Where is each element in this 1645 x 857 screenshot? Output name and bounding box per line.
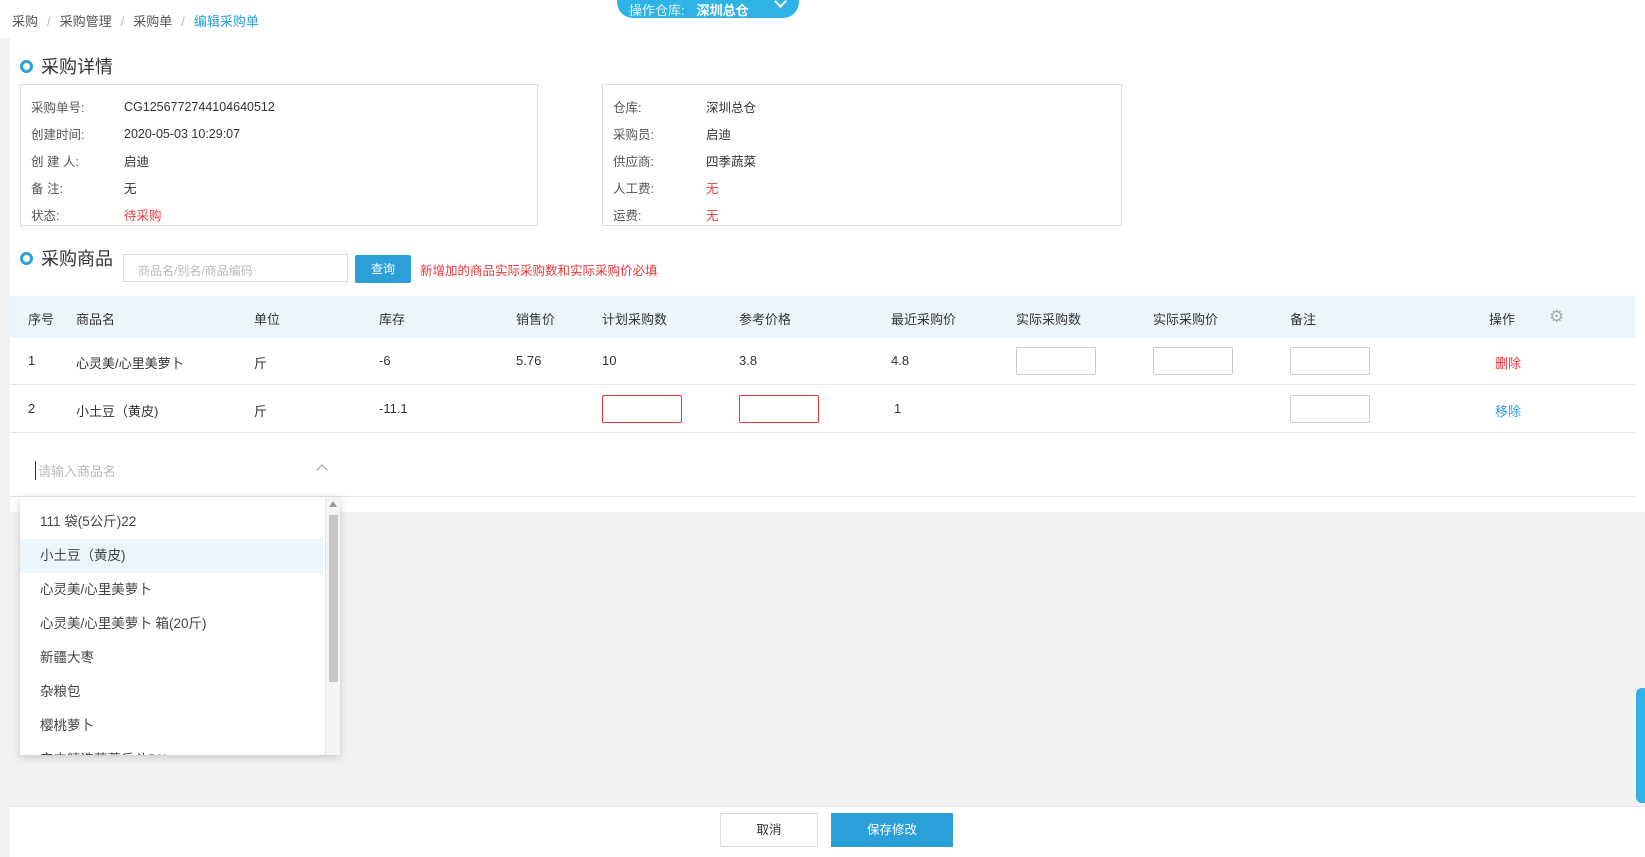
- dropdown-option[interactable]: 心灵美/心里美萝卜: [20, 573, 323, 607]
- cancel-button[interactable]: 取消: [720, 813, 818, 847]
- scroll-up-icon[interactable]: [329, 501, 337, 507]
- detail-title-text: 采购详情: [41, 57, 113, 77]
- chevron-down-icon: [774, 0, 787, 8]
- col-header: 参考价格: [739, 312, 792, 327]
- dropdown-list: 111 袋(5公斤)22 小土豆（黄皮) 心灵美/心里美萝卜 心灵美/心里美萝卜…: [20, 505, 323, 755]
- detail-info-left: 采购单号: CG1256772744104640512 创建时间: 2020-05-…: [20, 84, 538, 226]
- plan-qty-input[interactable]: [602, 395, 682, 423]
- dropdown-option[interactable]: 心灵美/心里美萝卜 箱(20斤): [20, 607, 323, 641]
- delete-button[interactable]: 删除: [1495, 353, 1521, 372]
- side-float-tab[interactable]: [1636, 688, 1645, 803]
- dropdown-option[interactable]: 杂粮包: [20, 675, 323, 709]
- remark-input[interactable]: [1290, 395, 1370, 423]
- scrollbar-thumb[interactable]: [329, 515, 338, 682]
- breadcrumb: 采购 / 采购管理 / 采购单 / 编辑采购单: [0, 0, 1645, 38]
- remove-button[interactable]: 移除: [1495, 401, 1521, 420]
- breadcrumb-item-purchase[interactable]: 采购: [12, 14, 38, 29]
- section-dot-icon: [20, 251, 33, 265]
- detail-section-title: 采购详情: [20, 53, 113, 79]
- warehouse-selector-value: 深圳总仓: [696, 3, 749, 18]
- gear-icon[interactable]: ⚙: [1549, 308, 1567, 326]
- warehouse-selector[interactable]: 操作仓库: 深圳总仓: [617, 0, 799, 18]
- dropdown-arrow: [57, 497, 73, 505]
- actual-price-input[interactable]: [1153, 347, 1233, 375]
- col-header: 实际采购数: [1016, 312, 1082, 327]
- col-header: 单位: [254, 312, 281, 327]
- info-row-supplier: 供应商: 四季蔬菜: [613, 155, 757, 169]
- remark-input[interactable]: [1290, 347, 1370, 375]
- breadcrumb-item-edit-order: 编辑采购单: [193, 14, 259, 29]
- chevron-up-icon[interactable]: [316, 464, 328, 476]
- detail-info-right: 仓库: 深圳总仓 采购员: 启迪 供应商: 四季蔬菜 人工费: 无 运费: 无: [602, 84, 1122, 226]
- dropdown-option[interactable]: 111 袋(5公斤)22: [20, 505, 323, 539]
- dropdown-scrollbar[interactable]: [325, 497, 340, 755]
- required-hint: 新增加的商品实际采购数和实际采购价必填: [420, 264, 658, 278]
- product-name-combobox[interactable]: 请输入商品名: [10, 441, 1635, 497]
- col-header: 库存: [379, 312, 406, 327]
- col-header: 序号: [28, 312, 55, 327]
- ref-price-input[interactable]: [739, 395, 819, 423]
- save-button[interactable]: 保存修改: [831, 813, 953, 847]
- col-header: 最近采购价: [891, 312, 957, 327]
- col-header: 实际采购价: [1153, 312, 1219, 327]
- info-row-buyer: 采购员: 启迪: [613, 128, 732, 142]
- col-header: 商品名: [76, 312, 116, 327]
- info-row-created-time: 创建时间: 2020-05-03 10:29:07: [31, 126, 241, 143]
- info-row-order-no: 采购单号: CG1256772744104640512: [31, 99, 275, 116]
- goods-table-header: 序号 商品名 单位 库存 销售价 计划采购数 参考价格 最近采购价 实际采购数 …: [10, 296, 1635, 338]
- goods-search-input[interactable]: 商品名/别名/商品编码: [123, 254, 348, 282]
- col-header: 备注: [1290, 312, 1317, 327]
- dropdown-option[interactable]: 樱桃萝卜: [20, 709, 323, 743]
- info-row-status: 状态: 待采购: [31, 201, 527, 228]
- info-row-warehouse: 仓库: 深圳总仓: [613, 101, 757, 115]
- info-row-freight: 运费: 无: [613, 209, 719, 223]
- col-header: 计划采购数: [602, 312, 668, 327]
- goods-section-title: 采购商品: [20, 245, 113, 271]
- status-badge: 待采购: [124, 209, 162, 223]
- col-header: 销售价: [516, 312, 556, 327]
- table-row: 1 心灵美/心里美萝卜 斤 -6 5.76 10 3.8 4.8 删除: [10, 338, 1635, 385]
- actual-qty-input[interactable]: [1016, 347, 1096, 375]
- col-header: 操作: [1489, 312, 1516, 327]
- product-name-input[interactable]: 请输入商品名: [35, 461, 116, 480]
- table-row: 2 小土豆（黄皮) 斤 -11.1 1 移除: [10, 386, 1635, 433]
- product-dropdown: 111 袋(5公斤)22 小土豆（黄皮) 心灵美/心里美萝卜 心灵美/心里美萝卜…: [20, 497, 340, 755]
- query-button[interactable]: 查询: [355, 255, 411, 283]
- info-row-labor-fee: 人工费: 无: [613, 182, 719, 196]
- section-dot-icon: [20, 59, 33, 73]
- breadcrumb-item-purchase-mgmt[interactable]: 采购管理: [60, 14, 112, 29]
- footer-bar: 取消 保存修改: [10, 806, 1645, 857]
- dropdown-option[interactable]: 新疆大枣: [20, 641, 323, 675]
- breadcrumb-item-purchase-order[interactable]: 采购单: [133, 14, 172, 29]
- warehouse-selector-label: 操作仓库:: [629, 3, 685, 18]
- dropdown-option[interactable]: 安丰精选蒜薹斤斗50L: [20, 743, 323, 755]
- goods-title-text: 采购商品: [41, 249, 113, 269]
- info-row-creator: 创 建 人: 启迪: [31, 155, 150, 169]
- info-row-remark: 备 注: 无: [31, 182, 137, 196]
- dropdown-option-highlighted[interactable]: 小土豆（黄皮): [20, 539, 323, 573]
